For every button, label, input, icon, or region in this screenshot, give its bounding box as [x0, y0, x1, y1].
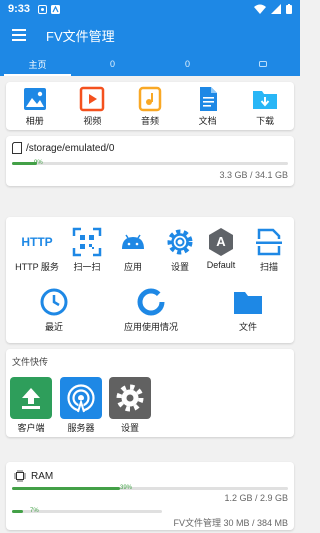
scan-document-icon	[256, 228, 282, 256]
transfer-client[interactable]: 客户端	[8, 377, 54, 434]
storage-card[interactable]: /storage/emulated/0 9% 3.3 GB / 34.1 GB	[6, 136, 294, 186]
tool-label: HTTP 服务	[15, 262, 59, 272]
transfer-settings[interactable]: 设置	[107, 377, 153, 434]
ram-label: RAM	[31, 470, 54, 482]
tab-home[interactable]: 主页	[0, 52, 75, 76]
storage-size: 3.3 GB / 34.1 GB	[219, 170, 288, 180]
status-time: 9:33	[8, 3, 31, 15]
tab-1[interactable]: 0	[75, 52, 150, 76]
http-icon-text: HTTP	[21, 235, 53, 249]
category-photos[interactable]: 相册	[10, 86, 60, 127]
ram-percent: 39%	[120, 485, 133, 491]
tab-3[interactable]	[225, 52, 300, 76]
category-videos[interactable]: 视频	[67, 86, 117, 127]
storage-percent: 9%	[34, 160, 43, 166]
tool-label: 应用	[123, 262, 142, 272]
wifi-server-icon	[60, 377, 102, 419]
category-card: 相册 视频 音频 文档 下载	[6, 82, 294, 130]
signal-icon	[271, 4, 281, 14]
ram-card[interactable]: RAM 39% 1.2 GB / 2.9 GB 7% FV文件管理 30 MB …	[6, 462, 294, 530]
file-transfer-title: 文件快传	[12, 357, 49, 367]
transfer-settings-icon	[109, 377, 151, 419]
tools-card: HTTP HTTP 服务 扫一扫 应用 设置 A Default 扫描 最近 应…	[6, 217, 294, 343]
tool-recent[interactable]: 最近	[25, 287, 83, 333]
photo-album-icon	[23, 87, 46, 110]
transfer-server[interactable]: 服务器	[58, 377, 104, 434]
video-icon	[80, 86, 105, 111]
wifi-rings-shape	[67, 384, 95, 413]
clock-icon	[40, 288, 68, 316]
tool-scan[interactable]: 扫描	[240, 227, 298, 273]
tool-app-usage[interactable]: 应用使用情况	[122, 287, 180, 333]
storage-path-row: /storage/emulated/0	[12, 142, 114, 154]
storage-path: /storage/emulated/0	[26, 142, 115, 154]
status-bar: 9:33	[0, 0, 300, 18]
transfer-label: 设置	[120, 423, 139, 433]
transfer-label: 服务器	[67, 423, 95, 433]
category-label: 下载	[256, 115, 275, 126]
ram-header: RAM	[14, 470, 53, 482]
storage-progress-bar	[12, 162, 288, 165]
category-downloads[interactable]: 下载	[240, 86, 290, 127]
tool-label: 最近	[44, 322, 63, 332]
tool-files[interactable]: 文件	[219, 287, 277, 333]
tool-label: 应用使用情况	[123, 322, 178, 332]
sd-card-icon	[12, 142, 22, 154]
tool-label: 扫一扫	[73, 262, 101, 272]
http-icon: HTTP	[21, 227, 52, 257]
tool-label: 设置	[170, 262, 189, 272]
tool-label: 扫描	[259, 262, 278, 272]
ram-progress-fill	[12, 487, 120, 490]
menu-icon[interactable]	[12, 29, 26, 41]
transfer-label: 客户端	[17, 423, 45, 433]
tab-2[interactable]: 0	[150, 52, 225, 76]
document-icon	[199, 86, 217, 111]
settings-gear-icon	[167, 229, 193, 255]
audio-icon	[138, 86, 162, 111]
battery-icon	[286, 4, 292, 14]
category-label: 相册	[25, 115, 44, 126]
app-bar: FV文件管理	[0, 18, 300, 52]
tab-box-icon	[258, 61, 267, 67]
app-ram-percent: 7%	[30, 508, 39, 514]
app-ram-progress-fill	[12, 510, 23, 513]
folder-icon	[234, 292, 262, 314]
font-a-icon: A	[206, 227, 236, 257]
wifi-icon	[254, 4, 266, 14]
ram-size: 1.2 GB / 2.9 GB	[224, 493, 288, 503]
upload-arrow-shape	[22, 388, 40, 409]
tool-label: 文件	[238, 322, 257, 332]
upload-client-icon	[10, 377, 52, 419]
file-transfer-card: 文件快传 客户端 服务器 设置	[6, 349, 294, 437]
tab-bar: 主页 0 0	[0, 52, 300, 76]
category-audio[interactable]: 音频	[125, 86, 175, 127]
android-icon	[122, 234, 144, 249]
category-label: 视频	[83, 115, 102, 126]
category-documents[interactable]: 文档	[183, 86, 233, 127]
gear-shape	[116, 384, 144, 412]
ram-progress-bar	[12, 487, 288, 490]
font-a-text: A	[216, 234, 226, 249]
tool-label: Default	[206, 260, 236, 270]
download-folder-icon	[253, 90, 278, 109]
category-label: 音频	[140, 115, 159, 126]
category-label: 文档	[198, 115, 217, 126]
usage-ring-icon	[137, 288, 165, 316]
notification-icon	[38, 4, 48, 14]
chip-icon	[14, 470, 26, 482]
app-ram-size: FV文件管理 30 MB / 384 MB	[173, 518, 288, 528]
notification-a-icon	[51, 4, 61, 14]
qr-scan-icon	[72, 227, 102, 257]
app-title: FV文件管理	[46, 28, 115, 44]
